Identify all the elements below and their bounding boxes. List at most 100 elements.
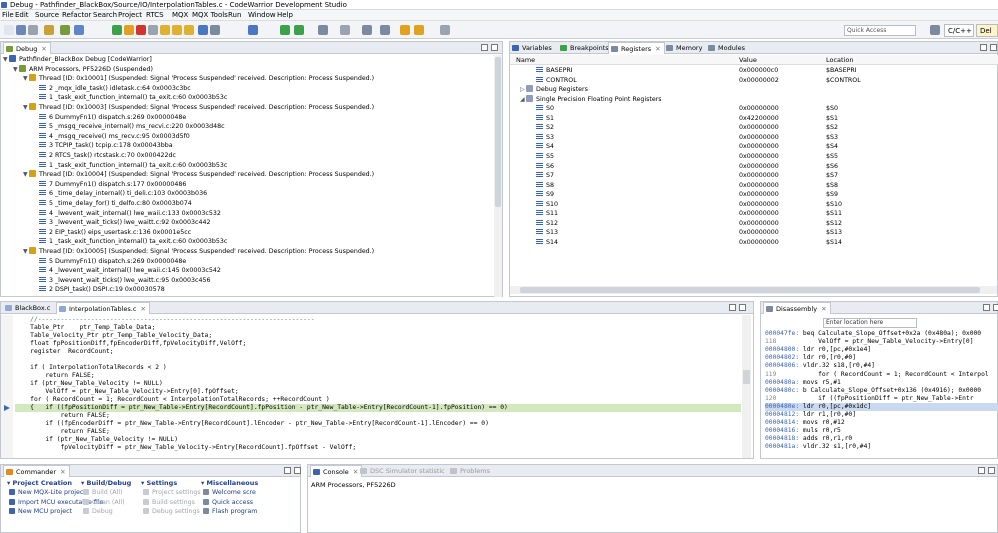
- editor-scrollbar[interactable]: [742, 315, 751, 458]
- tab-interpolationtables-c[interactable]: InterpolationTables.c ✕: [56, 302, 150, 314]
- menu-item-file[interactable]: File: [2, 10, 14, 21]
- col-value[interactable]: Value: [739, 56, 757, 64]
- code-line[interactable]: for ( RecordCount = 1; RecordCount < Int…: [15, 396, 741, 404]
- debug-icon[interactable]: [60, 25, 70, 35]
- debug-tree-row[interactable]: ▼ Thread [ID: 0x10001] (Suspended: Signal…: [23, 74, 374, 84]
- debug-tree-row[interactable]: 4 _lwevent_wait_internal() lwe_waii.c:14…: [33, 266, 221, 276]
- minimize-icon[interactable]: [481, 44, 488, 51]
- tab-variables[interactable]: Variables: [510, 42, 555, 54]
- menu-item-run[interactable]: Run: [228, 10, 241, 21]
- register-value[interactable]: 0x00000000: [739, 228, 779, 238]
- run-icon[interactable]: [294, 25, 304, 35]
- debug-tree-row[interactable]: 4 _lwevent_wait_internal() lwe_waii.c:13…: [33, 209, 221, 219]
- register-value[interactable]: 0x00000000: [739, 238, 779, 248]
- maximize-icon[interactable]: [990, 44, 997, 51]
- debug-scroll-thumb[interactable]: [495, 57, 501, 207]
- maximize-icon[interactable]: [294, 467, 301, 474]
- resume-icon[interactable]: [112, 25, 122, 35]
- debug-scrollbar[interactable]: [494, 55, 502, 297]
- register-value[interactable]: 0x00000002: [739, 76, 779, 86]
- history-icon[interactable]: [440, 25, 450, 35]
- code-line[interactable]: register RecordCount;: [15, 348, 741, 356]
- register-row[interactable]: S2 0x00000000 $S2: [510, 123, 998, 133]
- menu-item-search[interactable]: Search: [93, 10, 117, 21]
- debug-tree-row[interactable]: 2 RTCS_task() rtcstask.c:70 0x000422dc: [33, 151, 176, 161]
- perspective-cc-button[interactable]: C/C++: [944, 24, 974, 37]
- filter-icon[interactable]: [210, 25, 220, 35]
- code-area[interactable]: //--------------------------------------…: [15, 316, 741, 458]
- code-line[interactable]: Table_Ptr ptr_Temp_Table_Data;: [15, 324, 741, 332]
- register-value[interactable]: 0x00000000: [739, 219, 779, 229]
- perspective-debug-button[interactable]: Del: [976, 24, 998, 37]
- step-over-icon[interactable]: [172, 25, 182, 35]
- menu-item-edit[interactable]: Edit: [15, 10, 29, 21]
- minimize-icon[interactable]: [729, 304, 736, 311]
- commander-item[interactable]: Flash program: [203, 508, 257, 515]
- tab-disassembly[interactable]: Disassembly ✕: [763, 302, 831, 314]
- menu-item-window[interactable]: Window: [248, 10, 276, 21]
- tab-registers[interactable]: Registers ✕: [608, 42, 665, 54]
- register-row[interactable]: S13 0x00000000 $S13: [510, 228, 998, 238]
- minimize-icon[interactable]: [284, 467, 291, 474]
- register-row[interactable]: S11 0x00000000 $S11: [510, 209, 998, 219]
- debug-tree-row[interactable]: ▼ Thread [ID: 0x10005] (Suspended: Signal…: [23, 247, 374, 257]
- code-line[interactable]: if (ptr_New_Table_Velocity != NULL): [15, 380, 741, 388]
- menu-item-help[interactable]: Help: [277, 10, 293, 21]
- close-icon[interactable]: ✕: [140, 305, 145, 313]
- tab-commander[interactable]: Commander ✕: [3, 465, 70, 477]
- register-value[interactable]: 0x42200000: [739, 114, 779, 124]
- debug-tree-row[interactable]: ▼ ARM Processors, PF5226D (Suspended): [13, 64, 153, 75]
- debug-tree-row[interactable]: 1 _task_exit_function_internal() ta_exit…: [33, 161, 227, 171]
- menu-item-project[interactable]: Project: [118, 10, 142, 21]
- tab-console[interactable]: Console ✕: [310, 465, 363, 477]
- print-icon[interactable]: [28, 25, 38, 35]
- debug-tree-row[interactable]: 3 _lwevent_wait_ticks() lwe_waitt.c:92 0…: [33, 218, 211, 228]
- menu-item-mqx[interactable]: MQX: [172, 10, 188, 21]
- connect-icon[interactable]: [248, 25, 258, 35]
- register-row[interactable]: S10 0x00000000 $S10: [510, 200, 998, 210]
- refresh-icon[interactable]: [74, 25, 84, 35]
- commander-item[interactable]: Quick access: [203, 498, 253, 506]
- register-value[interactable]: 0x00000000: [739, 190, 779, 200]
- new-icon[interactable]: [4, 25, 14, 35]
- code-line[interactable]: if ( InterpolationTotalRecords < 2 ): [15, 364, 741, 372]
- instruction-step-icon[interactable]: [198, 25, 208, 35]
- code-line[interactable]: //--------------------------------------…: [15, 316, 741, 324]
- disassembly-line[interactable]: 119 for ( RecordCount = 1; RecordCount <…: [765, 371, 998, 379]
- tab-breakpoints[interactable]: Breakpoints: [558, 42, 612, 54]
- maximize-icon[interactable]: [491, 44, 498, 51]
- disassembly-line[interactable]: 00004806: vldr.32 s18,[r0,#4]: [765, 362, 998, 370]
- code-line[interactable]: float fpPositionDiff,fpEncoderDiff,fpVel…: [15, 340, 741, 348]
- step-return-icon[interactable]: [184, 25, 194, 35]
- debug-tree-row[interactable]: 3 TCPIP_task() tcpip.c:178 0x00043bba: [33, 141, 173, 151]
- disassembly-line[interactable]: 0000480e: ldr r0,[pc,#0x1dc]: [765, 402, 998, 411]
- editor-scroll-thumb[interactable]: [743, 370, 750, 384]
- code-line[interactable]: return FALSE;: [15, 412, 741, 420]
- register-value[interactable]: 0x00000000: [739, 181, 779, 191]
- save-icon[interactable]: [16, 25, 26, 35]
- quick-access-input[interactable]: Quick Access: [844, 25, 916, 36]
- register-row[interactable]: S12 0x00000000 $S12: [510, 219, 998, 229]
- tab-blackbox-c[interactable]: BlackBox.c: [3, 302, 53, 314]
- debug-tree-row[interactable]: 2 _mqx_idle_task() idletask.c:64 0x0003c…: [33, 84, 191, 94]
- disassembly-line[interactable]: 00004818: adds r0,r1,r0: [765, 435, 998, 443]
- disassembly-line[interactable]: 120 if ((fpPositionDiff = ptr_New_Table-…: [765, 395, 998, 403]
- register-value[interactable]: 0x00000000: [739, 104, 779, 114]
- code-line[interactable]: return FALSE;: [15, 428, 741, 436]
- suspend-icon[interactable]: [124, 25, 134, 35]
- register-value[interactable]: 0x00000000: [739, 142, 779, 152]
- tab-dsc-simulator-statistic[interactable]: DSC Simulator statistic: [358, 465, 448, 477]
- debug-tree-row[interactable]: 6 _time_delay_internal() ti_deli.c:103 0…: [33, 189, 207, 199]
- debug-tree-row[interactable]: 7 DummyFn1() dispatch.s:177 0x00000486: [33, 180, 186, 190]
- disconnect-icon[interactable]: [148, 25, 158, 35]
- register-row[interactable]: S7 0x00000000 $S7: [510, 171, 998, 181]
- close-icon[interactable]: ✕: [655, 45, 660, 53]
- minimize-icon[interactable]: [978, 467, 985, 474]
- code-line[interactable]: if ((fpEncoderDiff = ptr_New_Table->Entr…: [15, 420, 741, 428]
- external-tools-icon[interactable]: [280, 25, 290, 35]
- code-line[interactable]: { if ((fpPositionDiff = ptr_New_Table->E…: [15, 404, 741, 412]
- commander-item[interactable]: New MCU project: [9, 508, 72, 515]
- register-value[interactable]: 0x00000000: [739, 152, 779, 162]
- close-icon[interactable]: ✕: [41, 45, 46, 53]
- register-value[interactable]: 0x00000000: [739, 123, 779, 133]
